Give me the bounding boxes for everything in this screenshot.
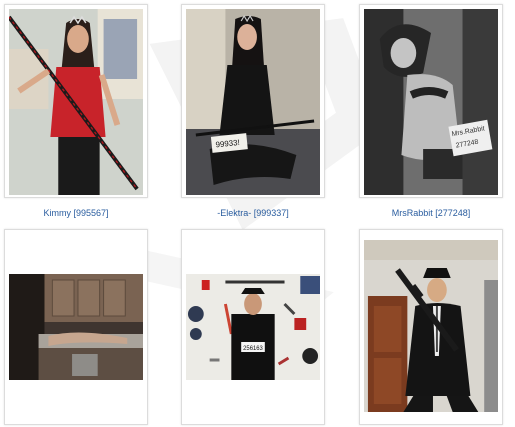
photo-thumbnail[interactable]: Mrs.Rabbit 277248 (364, 9, 498, 195)
photo-sign-text: 256163 (243, 346, 263, 352)
caption-mrsrabbit[interactable]: MrsRabbit [277248] (349, 208, 513, 218)
photo-thumbnail[interactable] (364, 240, 498, 412)
gallery-card-wall[interactable]: 256163 (181, 229, 325, 425)
caption-elektra[interactable]: -Elektra- [999337] (181, 208, 325, 218)
gallery-card-kimmy[interactable] (4, 4, 148, 198)
photo-thumbnail[interactable]: 256163 (186, 274, 320, 380)
photo-thumbnail[interactable] (9, 9, 143, 195)
gallery-card-room[interactable] (4, 229, 148, 425)
gallery-card-elektra[interactable]: 99933! (181, 4, 325, 198)
gallery-card-rifle[interactable] (359, 229, 503, 425)
caption-kimmy[interactable]: Kimmy [995567] (4, 208, 148, 218)
photo-thumbnail[interactable]: 99933! (186, 9, 320, 195)
photo-thumbnail[interactable] (9, 274, 143, 380)
gallery-card-mrsrabbit[interactable]: Mrs.Rabbit 277248 (359, 4, 503, 198)
